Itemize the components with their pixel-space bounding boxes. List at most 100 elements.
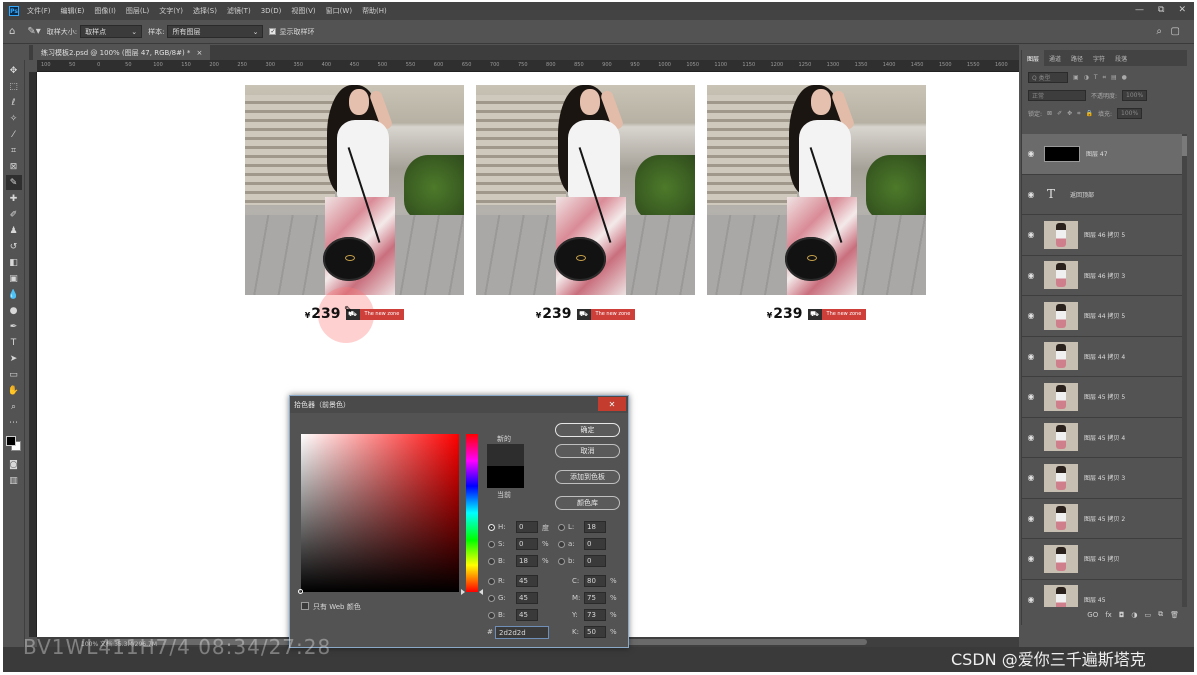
radio-red[interactable] xyxy=(488,578,495,585)
zoom-tool-icon[interactable]: ⌕ xyxy=(6,399,22,414)
menu-image[interactable]: 图像(I) xyxy=(94,6,116,16)
eraser-tool-icon[interactable]: ◧ xyxy=(6,255,22,270)
menu-filter[interactable]: 滤镜(T) xyxy=(227,6,251,16)
lock-paint-icon[interactable]: ✐ xyxy=(1057,110,1062,117)
add-to-swatches-button[interactable]: 添加到色板 xyxy=(555,470,620,484)
lock-position-icon[interactable]: ✥ xyxy=(1067,110,1072,117)
crop-tool-icon[interactable]: ⌗ xyxy=(6,143,22,158)
sample-select[interactable]: 所有图层 ⌄ xyxy=(167,25,264,38)
saturation-brightness-field[interactable] xyxy=(301,434,459,592)
dialog-title-bar[interactable]: 拾色器（前景色） ✕ xyxy=(290,396,628,413)
adjustment-layer-icon[interactable]: ◑ xyxy=(1131,611,1137,619)
tab-paths[interactable]: 路径 xyxy=(1066,50,1088,66)
lock-transparency-icon[interactable]: ⊠ xyxy=(1047,110,1052,117)
yellow-input[interactable]: 73 xyxy=(584,609,606,621)
radio-lightness[interactable] xyxy=(558,524,565,531)
hue-input[interactable]: 0 xyxy=(516,521,538,533)
hue-slider-arrow-icon[interactable] xyxy=(461,589,465,595)
brightness-input[interactable]: 18 xyxy=(516,555,538,567)
layer-row[interactable]: ◉ 图层 45 拷贝 3 xyxy=(1022,458,1182,499)
filter-toggle-icon[interactable]: ● xyxy=(1122,74,1127,81)
radio-lab-a[interactable] xyxy=(558,541,565,548)
lock-artboard-icon[interactable]: ⌗ xyxy=(1077,110,1080,118)
foreground-background-swatch[interactable] xyxy=(5,435,23,453)
hue-slider-arrow-icon[interactable] xyxy=(479,589,483,595)
color-field-marker[interactable] xyxy=(298,589,303,594)
red-input[interactable]: 45 xyxy=(516,575,538,587)
blur-tool-icon[interactable]: 💧 xyxy=(6,287,22,302)
magenta-input[interactable]: 75 xyxy=(584,592,606,604)
ok-button[interactable]: 确定 xyxy=(555,423,620,437)
sample-size-select[interactable]: 取样点 ⌄ xyxy=(80,25,143,38)
path-select-tool-icon[interactable]: ➤ xyxy=(6,351,22,366)
brush-tool-icon[interactable]: ✐ xyxy=(6,207,22,222)
type-tool-icon[interactable]: T xyxy=(6,335,22,350)
minimize-button[interactable]: — xyxy=(1135,5,1144,15)
menu-edit[interactable]: 编辑(E) xyxy=(61,6,85,16)
opacity-input[interactable]: 100% xyxy=(1122,90,1148,101)
layer-row[interactable]: ◉ 图层 44 拷贝 5 xyxy=(1022,296,1182,337)
fill-input[interactable]: 100% xyxy=(1117,108,1143,119)
lock-all-icon[interactable]: 🔒 xyxy=(1086,110,1093,117)
layer-row[interactable]: ◉ 图层 47 xyxy=(1022,134,1182,175)
visibility-eye-icon[interactable]: ◉ xyxy=(1022,149,1040,158)
menu-3d[interactable]: 3D(D) xyxy=(261,7,282,15)
visibility-eye-icon[interactable]: ◉ xyxy=(1022,190,1040,199)
radio-hue[interactable] xyxy=(488,524,495,531)
layer-row[interactable]: ◉ 图层 46 拷贝 5 xyxy=(1022,215,1182,256)
menu-select[interactable]: 选择(S) xyxy=(193,6,217,16)
eyedropper-tool-icon[interactable]: ✎ xyxy=(5,175,22,190)
restore-button[interactable]: ⧉ xyxy=(1158,5,1164,15)
marquee-tool-icon[interactable]: ⬚ xyxy=(6,79,22,94)
filter-type-icon[interactable]: T xyxy=(1094,74,1098,81)
gradient-tool-icon[interactable]: ▣ xyxy=(6,271,22,286)
layer-row[interactable]: ◉ 图层 45 拷贝 xyxy=(1022,539,1182,580)
close-icon[interactable]: ✕ xyxy=(598,397,626,411)
history-brush-tool-icon[interactable]: ↺ xyxy=(6,239,22,254)
pen-tool-icon[interactable]: ✒ xyxy=(6,319,22,334)
layer-row[interactable]: ◉ 图层 45 拷贝 5 xyxy=(1022,377,1182,418)
new-layer-icon[interactable]: ⧉ xyxy=(1158,610,1163,619)
layer-filter-select[interactable]: Q 类型 xyxy=(1028,72,1068,83)
new-group-icon[interactable]: ▭ xyxy=(1144,611,1151,619)
filter-shape-icon[interactable]: ⌗ xyxy=(1103,74,1106,82)
radio-green[interactable] xyxy=(488,595,495,602)
document-tab[interactable]: 练习模板2.psd @ 100% (图层 47, RGB/8#) * × xyxy=(33,45,211,60)
menu-help[interactable]: 帮助(H) xyxy=(362,6,387,16)
filter-adjust-icon[interactable]: ◑ xyxy=(1084,74,1089,81)
layer-row[interactable]: ◉ 图层 45 拷贝 2 xyxy=(1022,499,1182,539)
quick-select-tool-icon[interactable]: ✧ xyxy=(6,111,22,126)
layer-row[interactable]: ◉ 图层 44 拷贝 4 xyxy=(1022,337,1182,377)
lab-b-input[interactable]: 0 xyxy=(584,555,606,567)
visibility-eye-icon[interactable]: ◉ xyxy=(1022,433,1040,442)
cyan-input[interactable]: 80 xyxy=(584,575,606,587)
visibility-eye-icon[interactable]: ◉ xyxy=(1022,271,1040,280)
menu-layer[interactable]: 图层(L) xyxy=(126,6,149,16)
more-tools-icon[interactable]: ⋯ xyxy=(6,415,22,430)
screen-mode-icon[interactable]: ▥ xyxy=(6,473,22,488)
lasso-tool-icon[interactable]: ℓ xyxy=(6,95,22,110)
current-color-swatch[interactable] xyxy=(487,466,524,488)
search-icon[interactable]: ⌕ xyxy=(1156,26,1162,37)
layer-row[interactable]: ◉ 图层 45 拷贝 4 xyxy=(1022,418,1182,458)
radio-blue[interactable] xyxy=(488,612,495,619)
hex-color-input[interactable]: 2d2d2d xyxy=(495,626,549,639)
close-window-button[interactable]: ✕ xyxy=(1178,5,1186,15)
filter-smart-icon[interactable]: ▤ xyxy=(1111,74,1117,81)
blue-input[interactable]: 45 xyxy=(516,609,538,621)
radio-brightness[interactable] xyxy=(488,558,495,565)
stamp-tool-icon[interactable]: ♟ xyxy=(6,223,22,238)
dodge-tool-icon[interactable]: ● xyxy=(6,303,22,318)
radio-saturation[interactable] xyxy=(488,541,495,548)
scrollbar-thumb[interactable] xyxy=(1182,136,1187,156)
eyedropper-tool-icon[interactable]: ✎▾ xyxy=(27,26,40,37)
green-input[interactable]: 45 xyxy=(516,592,538,604)
visibility-eye-icon[interactable]: ◉ xyxy=(1022,230,1040,239)
tab-paragraph[interactable]: 段落 xyxy=(1110,50,1132,66)
visibility-eye-icon[interactable]: ◉ xyxy=(1022,352,1040,361)
workspace-icon[interactable]: ▢ xyxy=(1171,26,1180,37)
quick-mask-icon[interactable]: ◙ xyxy=(6,457,22,472)
hand-tool-icon[interactable]: ✋ xyxy=(6,383,22,398)
visibility-eye-icon[interactable]: ◉ xyxy=(1022,554,1040,563)
black-input[interactable]: 50 xyxy=(584,626,606,638)
